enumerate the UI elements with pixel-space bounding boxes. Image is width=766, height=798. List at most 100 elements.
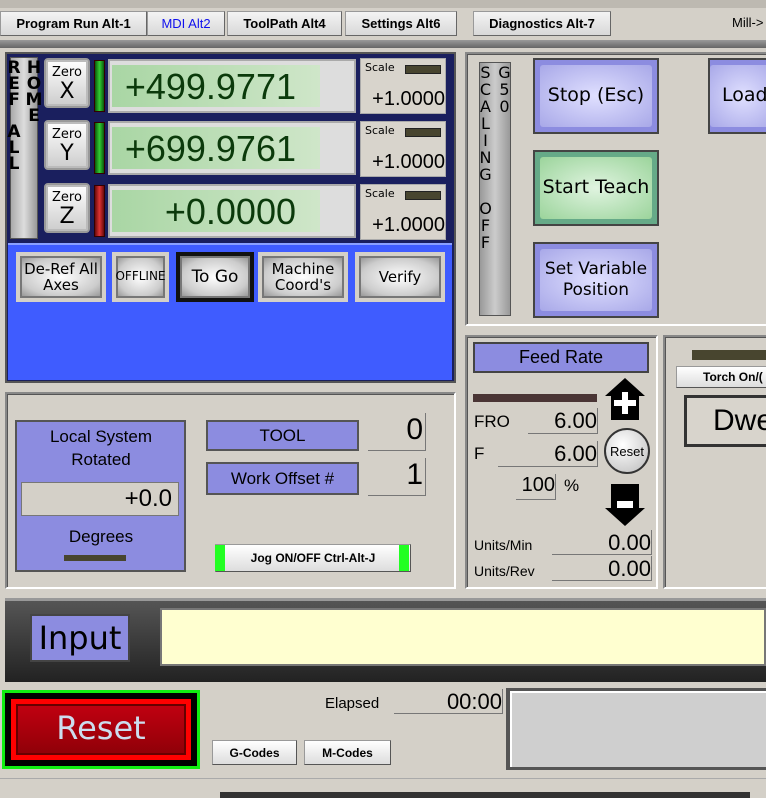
status-panel-frame <box>506 688 766 770</box>
zero-y-button[interactable]: Zero Y <box>44 120 90 170</box>
m-codes-button[interactable]: M-Codes <box>304 740 391 765</box>
scale-value[interactable]: +1.0000 <box>372 214 445 237</box>
scaling-off-g50-indicator: SCALING OFF G50 <box>476 62 514 316</box>
jog-led-right <box>399 545 409 571</box>
start-teach-label: Start Teach <box>540 157 652 219</box>
units-rev-label: Units/Rev <box>474 563 535 579</box>
status-panel <box>510 691 766 767</box>
stop-label: Stop (Esc) <box>540 65 652 127</box>
to-go-label: To Go <box>180 256 250 298</box>
axis-label: Z <box>59 204 75 229</box>
x-dro[interactable]: +499.9771 <box>108 59 356 113</box>
work-offset-field[interactable]: 1 <box>368 458 426 496</box>
x-dro-value[interactable]: +499.9771 <box>112 65 320 107</box>
elapsed-label: Elapsed <box>325 695 380 712</box>
x-scale: Scale +1.0000 <box>360 58 446 114</box>
tab-settings[interactable]: Settings Alt6 <box>345 11 457 36</box>
scale-label: Scale <box>365 187 395 200</box>
separator <box>0 40 766 48</box>
torch-on-off-button[interactable]: Torch On/( <box>676 366 766 388</box>
y-scale: Scale +1.0000 <box>360 121 446 177</box>
plus-arrow-up-icon <box>605 378 645 420</box>
jog-toggle-button[interactable]: Jog ON/OFF Ctrl-Alt-J <box>215 544 411 572</box>
percent-sign: % <box>564 476 580 495</box>
jog-led-left <box>215 545 225 571</box>
scale-label: Scale <box>365 61 395 74</box>
load-button[interactable]: Load <box>708 58 766 134</box>
y-axis-led <box>94 122 105 174</box>
rotation-field[interactable]: +0.0 <box>21 482 179 516</box>
verify-label: Verify <box>359 256 441 298</box>
feed-decrease-button[interactable] <box>605 484 645 526</box>
tab-toolpath[interactable]: ToolPath Alt4 <box>227 11 342 36</box>
f-field[interactable]: 6.00 <box>498 441 598 467</box>
scale-value[interactable]: +1.0000 <box>372 151 445 174</box>
offline-button[interactable]: OFFLINE <box>112 252 169 302</box>
zero-x-button[interactable]: Zero X <box>44 58 90 108</box>
scale-indicator <box>405 191 441 200</box>
units-min-field: 0.00 <box>552 530 652 555</box>
tab-mdi[interactable]: MDI Alt2 <box>147 11 225 36</box>
fro-field[interactable]: 6.00 <box>528 408 598 434</box>
set-variable-position-button[interactable]: Set Variable Position <box>533 242 659 318</box>
y-dro[interactable]: +699.9761 <box>108 121 356 175</box>
z-dro-value[interactable]: +0.0000 <box>112 190 320 232</box>
y-dro-value[interactable]: +699.9761 <box>112 127 320 169</box>
reset-label: Reset <box>16 704 186 755</box>
set-variable-label: Set Variable Position <box>540 249 652 311</box>
feed-percent-field[interactable]: 100 <box>516 474 556 500</box>
to-go-button[interactable]: To Go <box>176 252 254 302</box>
ref-all-home-button[interactable]: REF ALL HOME <box>4 57 44 239</box>
start-teach-button[interactable]: Start Teach <box>533 150 659 226</box>
feed-rate-title: Feed Rate <box>473 342 649 373</box>
z-scale: Scale +1.0000 <box>360 184 446 240</box>
deref-all-axes-button[interactable]: De-Ref All Axes <box>16 252 106 302</box>
units-min-label: Units/Min <box>474 537 533 553</box>
work-offset-label: Work Offset # <box>206 462 359 495</box>
tool-field[interactable]: 0 <box>368 413 426 451</box>
x-axis-led <box>94 60 105 112</box>
tab-diagnostics[interactable]: Diagnostics Alt-7 <box>473 11 611 36</box>
torch-indicator <box>692 350 766 360</box>
machine-coords-label: Machine Coord's <box>262 256 344 298</box>
z-axis-led <box>94 185 105 237</box>
top-strip <box>0 0 766 8</box>
deref-label: De-Ref All Axes <box>20 256 102 298</box>
units-rev-field: 0.00 <box>552 556 652 581</box>
tool-label: TOOL <box>206 420 359 451</box>
reset-button[interactable]: Reset <box>11 699 191 760</box>
f-label: F <box>474 444 485 463</box>
tab-program-run[interactable]: Program Run Alt-1 <box>0 11 147 36</box>
scale-value[interactable]: +1.0000 <box>372 88 445 111</box>
axis-label: X <box>59 79 75 104</box>
zero-z-button[interactable]: Zero Z <box>44 183 90 233</box>
minus-arrow-down-icon <box>605 484 645 526</box>
scale-label: Scale <box>365 124 395 137</box>
stop-button[interactable]: Stop (Esc) <box>533 58 659 134</box>
verify-button[interactable]: Verify <box>355 252 445 302</box>
zero-label: Zero <box>52 127 82 142</box>
local-system-title: Local System Rotated <box>49 427 153 469</box>
input-label: Input <box>30 614 130 662</box>
load-label: Load <box>710 65 766 127</box>
dwell-button[interactable]: Dwe <box>684 395 766 447</box>
elapsed-field: 00:00 <box>394 689 503 714</box>
reset-button-frame: Reset <box>2 690 200 769</box>
mdi-input-field[interactable] <box>160 608 766 666</box>
fro-label: FRO <box>474 412 510 431</box>
feed-increase-button[interactable] <box>605 378 645 420</box>
z-dro[interactable]: +0.0000 <box>108 184 356 238</box>
rotation-indicator <box>64 555 126 561</box>
scale-indicator <box>405 65 441 74</box>
mode-label: Mill-> <box>732 15 764 30</box>
offline-label: OFFLINE <box>115 256 166 298</box>
jog-label: Jog ON/OFF Ctrl-Alt-J <box>250 551 376 565</box>
axis-label: Y <box>60 141 74 166</box>
degrees-label: Degrees <box>68 527 134 546</box>
g-codes-button[interactable]: G-Codes <box>212 740 297 765</box>
scale-indicator <box>405 128 441 137</box>
feed-indicator <box>473 394 597 402</box>
machine-coords-button[interactable]: Machine Coord's <box>258 252 348 302</box>
zero-label: Zero <box>52 190 82 205</box>
feed-reset-button[interactable]: Reset <box>604 428 650 474</box>
